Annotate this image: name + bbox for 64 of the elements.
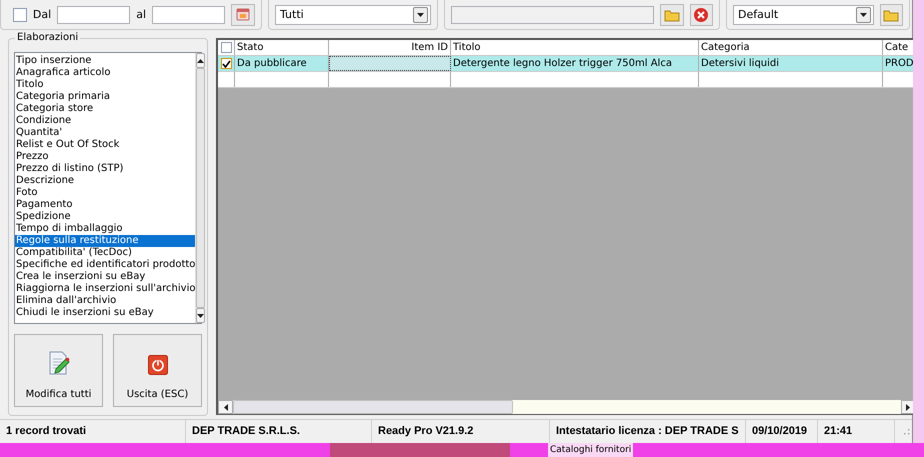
panel-title: Elaborazioni — [15, 32, 80, 43]
column-header[interactable]: Categoria — [699, 40, 883, 55]
list-item[interactable]: Chiudi le inserzioni su eBay — [15, 307, 196, 319]
list-item[interactable]: Descrizione — [15, 175, 196, 187]
list-item[interactable]: Specifiche ed identificatori prodotto — [15, 259, 196, 271]
operations-list[interactable] — [14, 52, 202, 324]
list-item[interactable]: Crea le inserzioni su eBay — [15, 271, 196, 283]
table-cell: Detergente legno Holzer trigger 750ml Alca — [451, 56, 699, 71]
vertical-scrollbar[interactable] — [195, 53, 206, 323]
list-item[interactable]: Pagamento — [15, 199, 196, 211]
close-icon — [693, 6, 710, 22]
to-label: al — [136, 8, 146, 21]
list-item[interactable]: Regole sulla restituzione — [15, 235, 196, 247]
list-item[interactable]: Anagrafica articolo — [15, 67, 196, 79]
category-field[interactable] — [451, 6, 654, 24]
edit-all-button[interactable]: Modifica tutti — [14, 334, 103, 407]
table-cell: Detersivi liquidi — [699, 56, 883, 71]
list-item[interactable]: Titolo — [15, 79, 196, 91]
list-item[interactable]: Foto — [15, 187, 196, 199]
list-item[interactable]: Condizione — [15, 115, 196, 127]
document-pencil-icon — [48, 351, 70, 375]
exit-button[interactable]: Uscita (ESC) — [113, 334, 202, 407]
horizontal-scrollbar[interactable] — [218, 400, 916, 414]
column-header[interactable]: Cate — [883, 40, 916, 55]
list-item[interactable]: Compatibilita' (TecDoc) — [15, 247, 196, 259]
checkbox[interactable] — [220, 42, 232, 53]
folder-icon — [883, 8, 900, 22]
scroll-left-icon[interactable] — [224, 404, 228, 410]
column-header[interactable]: Stato — [235, 40, 329, 55]
view-dropdown[interactable]: Default — [733, 4, 874, 24]
folder-icon — [664, 8, 680, 22]
checkbox[interactable] — [220, 58, 232, 69]
background-caption: Cataloghi fornitori — [548, 443, 634, 457]
column-header[interactable]: Item ID — [329, 40, 451, 55]
dropdown-arrow-icon — [417, 12, 424, 16]
variant-dropdown[interactable]: Tutti — [275, 4, 431, 24]
list-item[interactable]: Spedizione — [15, 211, 196, 223]
power-icon — [148, 355, 168, 375]
list-item[interactable]: Categoria primaria — [15, 91, 196, 103]
calendar-icon — [236, 8, 250, 21]
list-item[interactable]: Relist e Out Of Stock — [15, 139, 196, 151]
list-item[interactable]: Categoria store — [15, 103, 196, 115]
table-cell-text: PROD — [884, 57, 915, 71]
list-item[interactable]: Quantita' — [15, 127, 196, 139]
list-item[interactable]: Prezzo di listino (STP) — [15, 163, 196, 175]
from-label: Dal — [32, 8, 52, 21]
list-item[interactable]: Tempo di imballaggio — [15, 223, 196, 235]
date-to-field[interactable] — [152, 6, 226, 24]
dropdown-arrow-icon — [860, 12, 867, 16]
date-from-field[interactable] — [57, 6, 130, 24]
list-item[interactable]: Prezzo — [15, 151, 196, 163]
folder-button[interactable] — [880, 4, 903, 26]
scroll-up-icon[interactable] — [197, 58, 204, 62]
checkbox[interactable] — [13, 8, 27, 22]
calendar-button[interactable] — [231, 4, 255, 26]
scroll-down-icon[interactable] — [197, 314, 204, 318]
resize-grip-icon[interactable] — [904, 428, 910, 434]
list-item[interactable]: Riaggiorna le inserzioni sull'archivio — [15, 283, 196, 295]
clear-button[interactable] — [690, 4, 713, 26]
list-item[interactable]: Elimina dall'archivio — [15, 295, 196, 307]
folder-button[interactable] — [660, 4, 684, 26]
list-item[interactable]: Tipo inserzione — [15, 55, 196, 67]
column-header[interactable]: Titolo — [451, 40, 699, 55]
scroll-right-icon[interactable] — [906, 404, 910, 410]
